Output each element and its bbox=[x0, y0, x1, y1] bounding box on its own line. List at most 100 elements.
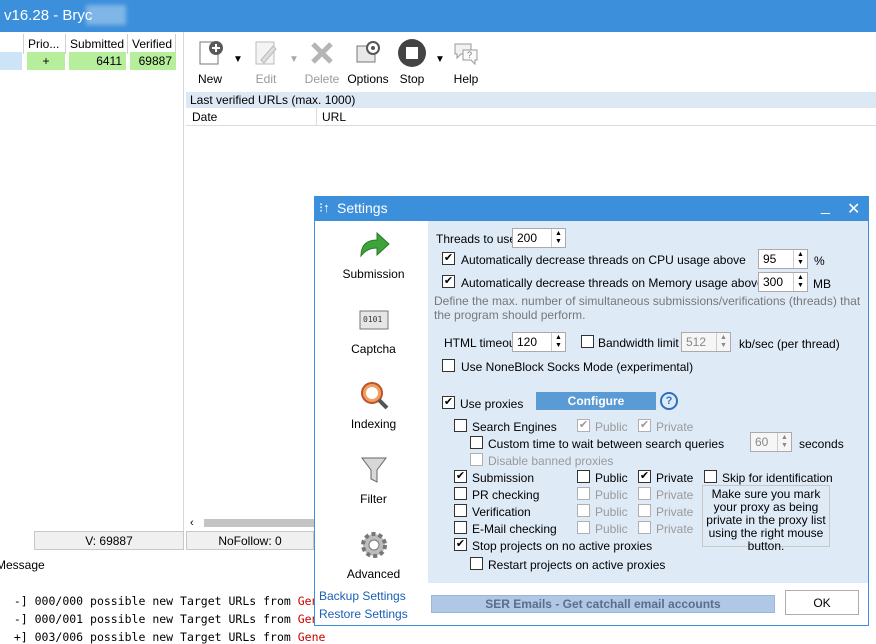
new-button[interactable]: New bbox=[188, 36, 232, 86]
custom-time-checkbox[interactable] bbox=[470, 436, 483, 449]
settings-sidebar: Submission 0101 Captcha Indexing Filter … bbox=[319, 225, 428, 581]
threads-note: Define the max. number of simultaneous s… bbox=[434, 294, 861, 322]
status-nofollow: NoFollow: 0 bbox=[186, 531, 314, 550]
filter-icon bbox=[356, 452, 392, 488]
sidebar-item-advanced[interactable]: Advanced bbox=[319, 527, 428, 581]
spin-arrows-icon[interactable]: ▲ ▼ bbox=[551, 229, 565, 247]
settings-titlebar: ⁝↑ Settings _ ✕ bbox=[315, 197, 868, 221]
spin-arrows-icon[interactable]: ▲ ▼ bbox=[777, 433, 791, 451]
stop-projects-checkbox[interactable]: ✔ bbox=[454, 538, 467, 551]
custom-time-label: Custom time to wait between search queri… bbox=[488, 437, 725, 451]
help-button[interactable]: ? Help bbox=[444, 36, 488, 86]
sidebar-item-indexing[interactable]: Indexing bbox=[319, 377, 428, 431]
svg-text:?: ? bbox=[467, 50, 472, 60]
sidebar-item-captcha[interactable]: 0101 Captcha bbox=[319, 302, 428, 356]
cpu-checkbox[interactable]: ✔ bbox=[442, 252, 455, 265]
pr-public-checkbox[interactable] bbox=[577, 487, 590, 500]
sidebar-item-submission[interactable]: Submission bbox=[319, 227, 428, 281]
main-toolbar: New ▼ Edit ▼ Delete Options Stop ▼ ? Hel… bbox=[186, 32, 876, 92]
grid-header-prio[interactable]: Prio... bbox=[24, 34, 66, 54]
seconds-label: seconds bbox=[799, 437, 844, 451]
threads-input[interactable]: 200 ▲ ▼ bbox=[512, 228, 566, 248]
stop-button[interactable]: Stop bbox=[390, 36, 434, 86]
configure-button[interactable]: Configure bbox=[536, 392, 656, 410]
memory-checkbox[interactable]: ✔ bbox=[442, 275, 455, 288]
edit-button[interactable]: Edit bbox=[244, 36, 288, 86]
proxy-note-box: Make sure you mark your proxy as being p… bbox=[702, 485, 830, 553]
submission-proxy-checkbox[interactable]: ✔ bbox=[454, 470, 467, 483]
edit-label: Edit bbox=[255, 72, 277, 86]
email-checking-checkbox[interactable] bbox=[454, 521, 467, 534]
submission-private-checkbox[interactable]: ✔ bbox=[638, 470, 651, 483]
verification-proxy-checkbox[interactable] bbox=[454, 504, 467, 517]
grid-cell-submitted[interactable]: 6411 bbox=[69, 52, 126, 70]
search-engines-label: Search Engines bbox=[472, 420, 557, 434]
submission-public-checkbox[interactable] bbox=[577, 470, 590, 483]
custom-time-value: 60 bbox=[755, 435, 769, 449]
disable-banned-label: Disable banned proxies bbox=[488, 454, 614, 468]
ok-button[interactable]: OK bbox=[785, 590, 859, 615]
scrollbar-thumb[interactable] bbox=[204, 519, 316, 527]
projects-grid[interactable]: Prio... Submitted Verified + 6411 69887 bbox=[0, 32, 184, 532]
edit-dropdown-icon[interactable]: ▼ bbox=[289, 54, 299, 65]
email-public-checkbox[interactable] bbox=[577, 521, 590, 534]
noneblock-label: Use NoneBlock Socks Mode (experimental) bbox=[461, 360, 694, 374]
email-private-checkbox[interactable] bbox=[638, 521, 651, 534]
restart-projects-checkbox[interactable] bbox=[470, 557, 483, 570]
delete-icon bbox=[307, 38, 337, 68]
log-line: +] 003/006 possible new Target URLs from… bbox=[0, 616, 326, 644]
edit-icon bbox=[251, 38, 281, 68]
minimize-icon[interactable]: _ bbox=[821, 198, 830, 216]
search-engines-public-checkbox[interactable]: ✔ bbox=[577, 419, 590, 432]
email-checking-label: E-Mail checking bbox=[472, 522, 557, 536]
spin-arrows-icon[interactable]: ▲ ▼ bbox=[793, 273, 807, 291]
options-label: Options bbox=[347, 72, 389, 86]
scroll-left-icon[interactable]: ‹ bbox=[190, 517, 194, 529]
verification-public-checkbox[interactable] bbox=[577, 504, 590, 517]
restore-settings-link[interactable]: Restore Settings bbox=[319, 607, 408, 621]
status-verified: V: 69887 bbox=[34, 531, 184, 550]
memory-input[interactable]: 300 ▲ ▼ bbox=[758, 272, 808, 292]
sidebar-label: Filter bbox=[360, 492, 387, 506]
grid-header-verified[interactable]: Verified bbox=[128, 34, 176, 54]
column-url[interactable]: URL bbox=[322, 110, 346, 124]
pr-checking-checkbox[interactable] bbox=[454, 487, 467, 500]
restart-projects-label: Restart projects on active proxies bbox=[488, 558, 666, 572]
close-icon[interactable]: ✕ bbox=[847, 199, 860, 219]
grid-header-submitted[interactable]: Submitted bbox=[66, 34, 128, 54]
memory-unit: MB bbox=[813, 277, 831, 291]
delete-button[interactable]: Delete bbox=[300, 36, 344, 86]
spin-arrows-icon[interactable]: ▲ ▼ bbox=[551, 333, 565, 351]
grid-row-selector[interactable] bbox=[0, 52, 22, 70]
spin-arrows-icon[interactable]: ▲ ▼ bbox=[716, 333, 730, 351]
noneblock-checkbox[interactable] bbox=[442, 359, 455, 372]
bandwidth-value: 512 bbox=[686, 335, 707, 349]
options-button[interactable]: Options bbox=[346, 36, 390, 86]
pr-private-checkbox[interactable] bbox=[638, 487, 651, 500]
search-engines-checkbox[interactable] bbox=[454, 419, 467, 432]
use-proxies-checkbox[interactable]: ✔ bbox=[442, 396, 455, 409]
new-dropdown-icon[interactable]: ▼ bbox=[233, 54, 243, 65]
log-line-source: Gene bbox=[297, 630, 326, 644]
grid-cell-verified[interactable]: 69887 bbox=[130, 52, 176, 70]
submission-private-label: Private bbox=[656, 471, 694, 485]
html-timeout-value: 120 bbox=[517, 335, 538, 349]
ser-emails-button[interactable]: SER Emails - Get catchall email accounts bbox=[431, 595, 775, 613]
spin-arrows-icon[interactable]: ▲ ▼ bbox=[793, 250, 807, 268]
disable-banned-checkbox[interactable] bbox=[470, 453, 483, 466]
verification-private-checkbox[interactable] bbox=[638, 504, 651, 517]
bandwidth-unit: kb/sec (per thread) bbox=[739, 337, 840, 351]
search-engines-private-checkbox[interactable]: ✔ bbox=[638, 419, 651, 432]
help-circle-icon[interactable]: ? bbox=[660, 392, 678, 410]
column-date[interactable]: Date bbox=[192, 110, 217, 124]
sidebar-item-filter[interactable]: Filter bbox=[319, 452, 428, 506]
bandwidth-checkbox[interactable] bbox=[581, 335, 594, 348]
html-timeout-input[interactable]: 120 ▲ ▼ bbox=[512, 332, 566, 352]
stop-label: Stop bbox=[399, 72, 425, 86]
cpu-input[interactable]: 95 ▲ ▼ bbox=[758, 249, 808, 269]
skip-identification-checkbox[interactable] bbox=[704, 470, 717, 483]
grid-cell-prio[interactable]: + bbox=[27, 52, 65, 70]
custom-time-input[interactable]: 60 ▲ ▼ bbox=[750, 432, 792, 452]
backup-settings-link[interactable]: Backup Settings bbox=[319, 589, 406, 603]
bandwidth-input[interactable]: 512 ▲ ▼ bbox=[681, 332, 731, 352]
